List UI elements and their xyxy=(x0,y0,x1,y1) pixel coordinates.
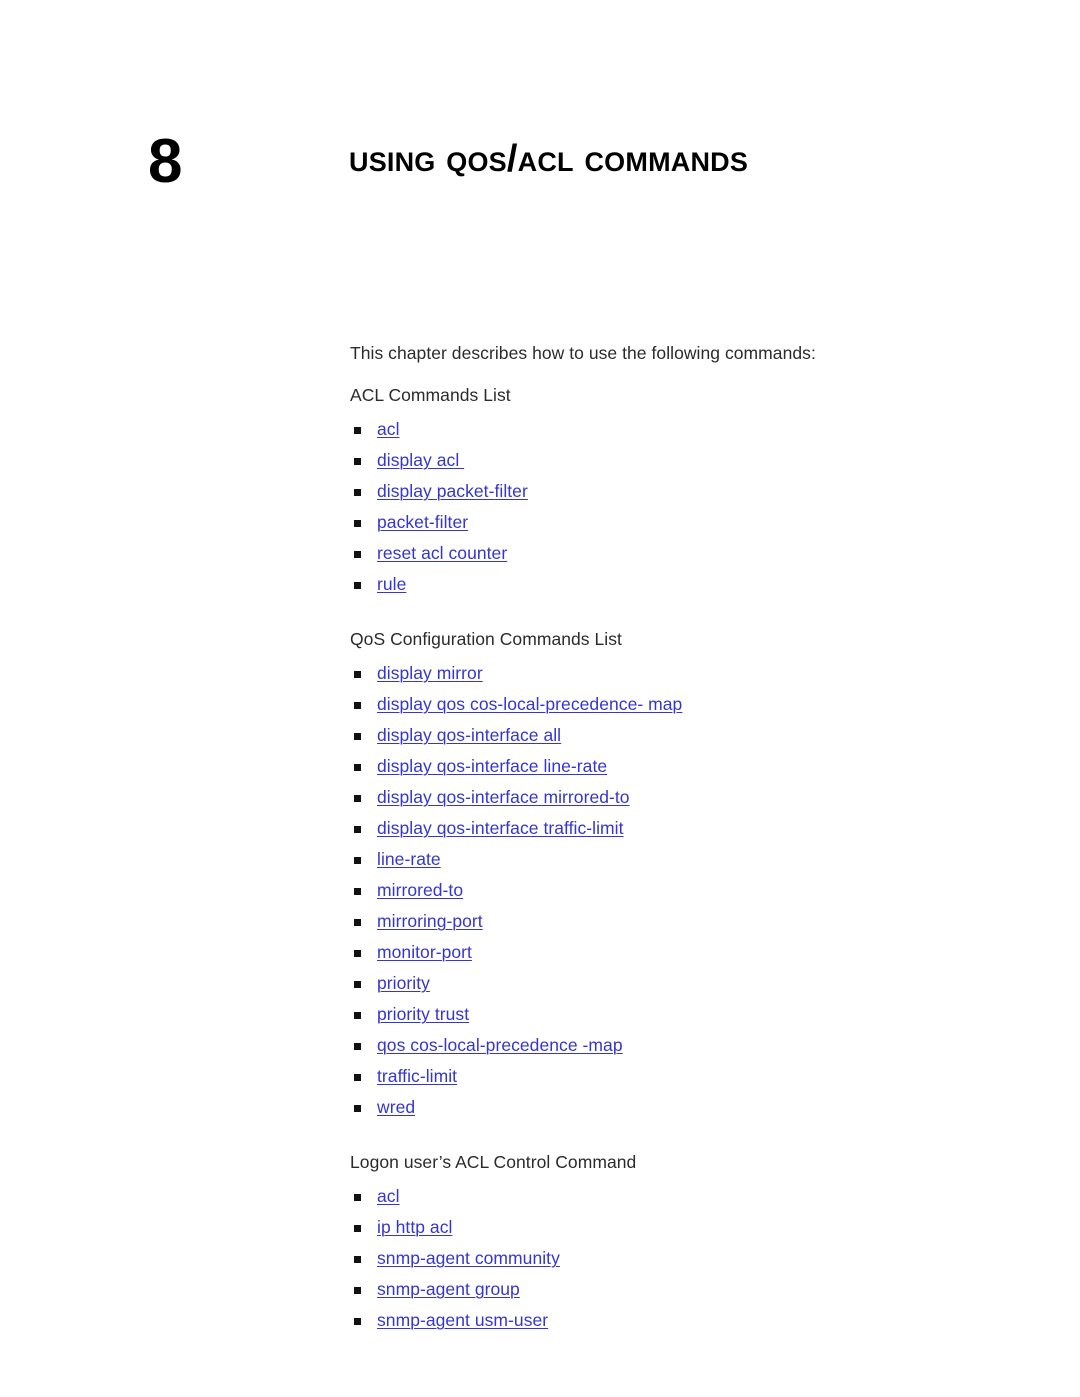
command-list: display mirror display qos cos-local-pre… xyxy=(350,658,1010,1123)
page-content: This chapter describes how to use the fo… xyxy=(350,341,1010,1336)
chapter-number: 8 xyxy=(148,127,182,196)
list-item[interactable]: line-rate xyxy=(350,844,1010,875)
square-bullet-icon xyxy=(354,1012,361,1019)
command-list: acl ip http acl snmp-agent community snm… xyxy=(350,1181,1010,1336)
command-link[interactable]: acl xyxy=(377,1186,400,1206)
command-link[interactable]: wred xyxy=(377,1097,415,1117)
section-logon-user-acl-control-command: Logon user’s ACL Control Command acl ip … xyxy=(350,1150,1010,1336)
command-link[interactable]: display qos-interface traffic-limit xyxy=(377,818,624,838)
command-link[interactable]: display acl xyxy=(377,450,464,470)
section-heading: QoS Configuration Commands List xyxy=(350,629,622,649)
section-heading: ACL Commands List xyxy=(350,385,511,405)
command-link[interactable]: snmp-agent community xyxy=(377,1248,560,1268)
list-item[interactable]: display acl xyxy=(350,445,1010,476)
section-acl-commands: ACL Commands List acl display acl displa… xyxy=(350,383,1010,600)
list-item[interactable]: packet-filter xyxy=(350,507,1010,538)
command-list: acl display acl display packet-filter pa… xyxy=(350,414,1010,600)
square-bullet-icon xyxy=(354,733,361,740)
square-bullet-icon xyxy=(354,1256,361,1263)
list-item[interactable]: mirrored-to xyxy=(350,875,1010,906)
square-bullet-icon xyxy=(354,1074,361,1081)
square-bullet-icon xyxy=(354,458,361,465)
list-item[interactable]: traffic-limit xyxy=(350,1061,1010,1092)
list-item[interactable]: display mirror xyxy=(350,658,1010,689)
list-item[interactable]: display qos-interface mirrored-to xyxy=(350,782,1010,813)
square-bullet-icon xyxy=(354,1105,361,1112)
list-item[interactable]: priority trust xyxy=(350,999,1010,1030)
command-link[interactable]: snmp-agent group xyxy=(377,1279,520,1299)
command-link[interactable]: rule xyxy=(377,574,406,594)
square-bullet-icon xyxy=(354,671,361,678)
list-item[interactable]: snmp-agent group xyxy=(350,1274,1010,1305)
command-link[interactable]: packet-filter xyxy=(377,512,468,532)
list-item[interactable]: display qos-interface all xyxy=(350,720,1010,751)
square-bullet-icon xyxy=(354,857,361,864)
command-link[interactable]: traffic-limit xyxy=(377,1066,457,1086)
square-bullet-icon xyxy=(354,427,361,434)
list-item[interactable]: acl xyxy=(350,1181,1010,1212)
command-link[interactable]: acl xyxy=(377,419,400,439)
command-link[interactable]: snmp-agent usm-user xyxy=(377,1310,548,1330)
square-bullet-icon xyxy=(354,702,361,709)
list-item[interactable]: snmp-agent usm-user xyxy=(350,1305,1010,1336)
list-item[interactable]: display qos-interface line-rate xyxy=(350,751,1010,782)
list-item[interactable]: wred xyxy=(350,1092,1010,1123)
command-link[interactable]: ip http acl xyxy=(377,1217,452,1237)
command-link[interactable]: display qos cos-local-precedence- map xyxy=(377,694,682,714)
list-item[interactable]: mirroring-port xyxy=(350,906,1010,937)
square-bullet-icon xyxy=(354,1318,361,1325)
page-title: Using QoS/ACL Commands xyxy=(349,138,749,180)
square-bullet-icon xyxy=(354,551,361,558)
list-item[interactable]: display qos-interface traffic-limit xyxy=(350,813,1010,844)
list-item[interactable]: reset acl counter xyxy=(350,538,1010,569)
square-bullet-icon xyxy=(354,1194,361,1201)
command-link[interactable]: mirrored-to xyxy=(377,880,463,900)
list-item[interactable]: display qos cos-local-precedence- map xyxy=(350,689,1010,720)
section-qos-configuration-commands: QoS Configuration Commands List display … xyxy=(350,627,1010,1123)
command-link[interactable]: monitor-port xyxy=(377,942,472,962)
list-item[interactable]: monitor-port xyxy=(350,937,1010,968)
square-bullet-icon xyxy=(354,950,361,957)
list-item[interactable]: display packet-filter xyxy=(350,476,1010,507)
command-link[interactable]: mirroring-port xyxy=(377,911,483,931)
command-link[interactable]: display packet-filter xyxy=(377,481,528,501)
list-item[interactable]: acl xyxy=(350,414,1010,445)
square-bullet-icon xyxy=(354,520,361,527)
square-bullet-icon xyxy=(354,981,361,988)
square-bullet-icon xyxy=(354,1043,361,1050)
command-link[interactable]: priority trust xyxy=(377,1004,469,1024)
square-bullet-icon xyxy=(354,919,361,926)
command-link[interactable]: priority xyxy=(377,973,430,993)
square-bullet-icon xyxy=(354,582,361,589)
command-link[interactable]: display qos-interface mirrored-to xyxy=(377,787,630,807)
command-link[interactable]: display qos-interface line-rate xyxy=(377,756,607,776)
command-link[interactable]: display qos-interface all xyxy=(377,725,561,745)
list-item[interactable]: rule xyxy=(350,569,1010,600)
square-bullet-icon xyxy=(354,888,361,895)
square-bullet-icon xyxy=(354,1287,361,1294)
chapter-header: 8 Using QoS/ACL Commands xyxy=(0,126,1080,206)
square-bullet-icon xyxy=(354,826,361,833)
command-link[interactable]: line-rate xyxy=(377,849,441,869)
list-item[interactable]: ip http acl xyxy=(350,1212,1010,1243)
square-bullet-icon xyxy=(354,764,361,771)
square-bullet-icon xyxy=(354,1225,361,1232)
section-heading: Logon user’s ACL Control Command xyxy=(350,1152,637,1172)
list-item[interactable]: priority xyxy=(350,968,1010,999)
document-page: 8 Using QoS/ACL Commands This chapter de… xyxy=(0,0,1080,1397)
intro-paragraph: This chapter describes how to use the fo… xyxy=(350,343,816,363)
square-bullet-icon xyxy=(354,489,361,496)
list-item[interactable]: snmp-agent community xyxy=(350,1243,1010,1274)
command-link[interactable]: qos cos-local-precedence -map xyxy=(377,1035,623,1055)
command-link[interactable]: display mirror xyxy=(377,663,483,683)
list-item[interactable]: qos cos-local-precedence -map xyxy=(350,1030,1010,1061)
command-link[interactable]: reset acl counter xyxy=(377,543,507,563)
square-bullet-icon xyxy=(354,795,361,802)
